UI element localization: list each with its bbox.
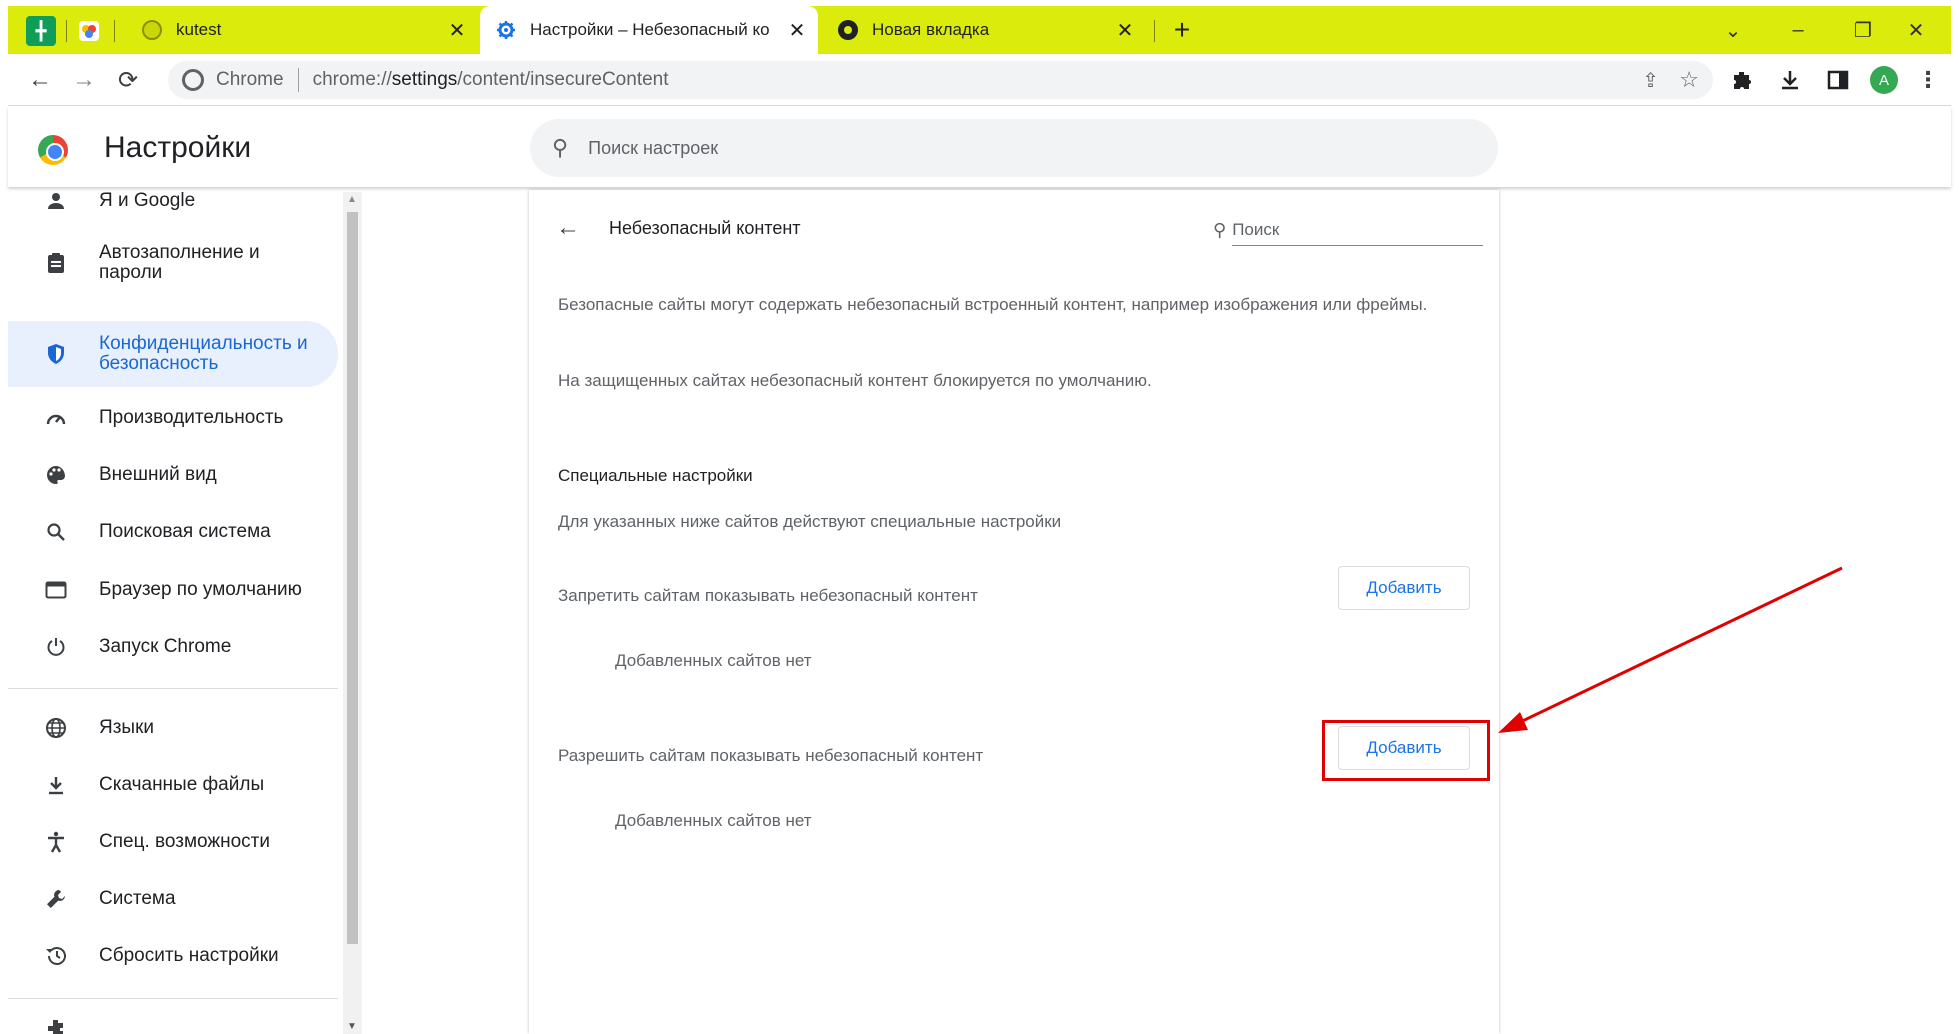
history-icon: [44, 944, 68, 968]
browser-toolbar: ← → ⟳ Chrome chrome://settings/content/i…: [8, 54, 1951, 106]
settings-header: Настройки ⚲ Поиск настроек: [8, 107, 1951, 187]
sidebar-item-you-and-google[interactable]: Я и Google: [8, 190, 338, 232]
tab-separator: [114, 20, 115, 42]
palette-icon: [44, 463, 68, 487]
allow-empty-label: Добавленных сайтов нет: [615, 811, 812, 830]
search-placeholder: Поиск настроек: [588, 137, 719, 158]
minimize-button[interactable]: –: [1763, 6, 1833, 54]
tab-settings[interactable]: Настройки – Небезопасный ко ✕: [480, 6, 818, 54]
description-blocked-default: На защищенных сайтах небезопасный контен…: [558, 371, 1152, 390]
description-secure-sites: Безопасные сайты могут содержать небезоп…: [558, 295, 1428, 314]
address-bar[interactable]: Chrome chrome://settings/content/insecur…: [168, 61, 1713, 99]
tab-new-tab[interactable]: Новая вкладка ✕: [818, 6, 1148, 54]
page-title: Настройки: [104, 131, 252, 164]
sidebar-item-reset[interactable]: Сбросить настройки: [8, 928, 338, 984]
back-arrow-icon[interactable]: ←: [556, 214, 580, 242]
sidebar-item-performance[interactable]: Производительность: [8, 390, 338, 446]
allow-sites-label: Разрешить сайтам показывать небезопасный…: [558, 746, 984, 765]
tab-kutest[interactable]: kutest ✕: [120, 6, 480, 54]
site-search-input[interactable]: ⚲ Поиск: [1213, 214, 1483, 246]
scrollbar-thumb[interactable]: [347, 212, 358, 944]
power-icon: [44, 635, 68, 659]
chrome-logo-icon: [38, 135, 68, 165]
share-icon[interactable]: ⇪: [1642, 68, 1659, 93]
gear-icon: [496, 20, 516, 40]
sidebar-item-privacy[interactable]: Конфиденциальность и безопасность: [8, 321, 338, 387]
block-empty-label: Добавленных сайтов нет: [615, 651, 812, 670]
annotation-highlight-box: [1322, 720, 1490, 781]
sidebar-item-extensions[interactable]: [8, 1008, 338, 1034]
shield-icon: [44, 342, 68, 366]
sidebar-item-accessibility[interactable]: Спец. возможности: [8, 814, 338, 870]
tab-title: kutest: [176, 20, 222, 39]
insecure-content-card: ← Небезопасный контент ⚲ Поиск Безопасны…: [529, 190, 1499, 1034]
omnibox-separator: [297, 68, 299, 92]
back-button[interactable]: ←: [24, 64, 56, 96]
chrome-icon: [838, 20, 858, 40]
block-sites-label: Запретить сайтам показывать небезопасный…: [558, 586, 978, 605]
menu-icon[interactable]: ⋮: [1914, 66, 1942, 94]
clipboard-icon: [44, 251, 68, 275]
sidebar-item-search-engine[interactable]: Поисковая система: [8, 504, 338, 560]
person-icon: [44, 190, 68, 213]
sidebar-item-default-browser[interactable]: Браузер по умолчанию: [8, 562, 338, 618]
sidebar-item-downloads[interactable]: Скачанные файлы: [8, 757, 338, 813]
sidebar-item-appearance[interactable]: Внешний вид: [8, 447, 338, 503]
tab-separator: [66, 20, 67, 42]
custom-settings-desc: Для указанных ниже сайтов действуют спец…: [558, 512, 1062, 531]
extensions-icon[interactable]: [1728, 66, 1756, 94]
browser-window-icon: [44, 578, 68, 602]
site-label: Chrome: [216, 69, 284, 90]
search-icon: ⚲: [1213, 219, 1227, 240]
accessibility-icon: [44, 830, 68, 854]
scroll-up-arrow[interactable]: ▲: [347, 194, 357, 205]
settings-search-input[interactable]: ⚲ Поиск настроек: [530, 119, 1498, 177]
section-heading: Небезопасный контент: [609, 218, 801, 238]
custom-settings-title: Специальные настройки: [558, 466, 753, 485]
globe-icon: [142, 20, 162, 40]
speedometer-icon: [44, 406, 68, 430]
pinned-tab-app[interactable]: [74, 16, 104, 46]
sidebar-divider: [8, 998, 338, 999]
sidebar-item-on-startup[interactable]: Запуск Chrome: [8, 619, 338, 675]
search-icon: ⚲: [552, 135, 569, 160]
window-close-button[interactable]: ✕: [1881, 6, 1951, 54]
tab-close-icon[interactable]: ✕: [446, 18, 468, 43]
search-icon: [44, 520, 68, 544]
sidebar-item-languages[interactable]: Языки: [8, 700, 338, 756]
app-icon: [79, 21, 99, 41]
download-icon[interactable]: [1776, 66, 1804, 94]
reload-button[interactable]: ⟳: [112, 64, 144, 96]
tab-title: Настройки – Небезопасный ко: [530, 20, 770, 39]
tab-close-icon[interactable]: ✕: [786, 18, 808, 43]
profile-avatar[interactable]: A: [1870, 66, 1898, 94]
search-field: Поиск: [1232, 214, 1483, 246]
globe-icon: [44, 716, 68, 740]
sidebar-scrollbar[interactable]: ▲ ▼: [343, 192, 362, 1034]
tab-search-button[interactable]: ⌄: [1698, 6, 1768, 54]
tab-close-icon[interactable]: ✕: [1114, 18, 1136, 43]
forward-button[interactable]: →: [68, 64, 100, 96]
bookmark-star-icon[interactable]: ☆: [1679, 67, 1699, 93]
pinned-tab-sheets[interactable]: ╋: [26, 16, 56, 46]
sidebar-item-autofill[interactable]: Автозаполнение и пароли: [8, 232, 338, 294]
settings-sidebar: Я и Google Автозаполнение и пароли Конфи…: [8, 190, 338, 1034]
sidebar-divider: [8, 688, 338, 689]
tab-separator: [1154, 20, 1155, 42]
puzzle-icon: [44, 1016, 68, 1034]
annotation-arrow: [1498, 566, 1843, 733]
side-panel-icon[interactable]: [1824, 66, 1852, 94]
wrench-icon: [44, 887, 68, 911]
block-add-button[interactable]: Добавить: [1338, 566, 1470, 610]
tab-title: Новая вкладка: [872, 20, 990, 39]
tab-strip: ╋ kutest ✕ Настройки – Небезопасный ко ✕…: [8, 6, 1951, 54]
download-icon: [44, 773, 68, 797]
new-tab-button[interactable]: +: [1158, 6, 1206, 54]
chrome-site-icon[interactable]: [182, 69, 204, 91]
scroll-down-arrow[interactable]: ▼: [347, 1021, 357, 1032]
url-text: chrome://settings/content/insecureConten…: [312, 69, 669, 90]
sidebar-item-system[interactable]: Система: [8, 871, 338, 927]
sheets-icon: ╋: [35, 20, 47, 41]
